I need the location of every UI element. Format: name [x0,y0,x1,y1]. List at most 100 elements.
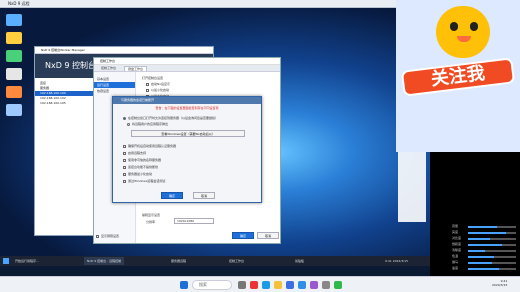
nxd-title-bar-text: NxD 9 控制台Worker Manager [41,48,85,52]
dialog-radio-allow[interactable]: 在控制台窗口打开时允许连接到服务器（以后会询问您是否要继续） [123,116,218,120]
checkbox-icon [123,151,126,155]
desktop-icon-3[interactable] [6,50,22,62]
explorer-icon[interactable] [274,281,282,289]
local-taskbar: 搜索 9:41 2024/3/15 [0,276,520,292]
remote-clock: 9:41 2024/3/15 [385,259,409,263]
taskview-icon[interactable] [238,281,246,289]
nav-hotkey[interactable]: 热键设置 [94,88,135,94]
settings-cancel-button[interactable]: 取消 [257,232,279,239]
dialog-option[interactable]: 通过Windows远程会话测试 [123,179,165,183]
option-label: 遥控台功能不提供断线 [128,165,159,169]
session-dialog: 与服务器的会话已被断开 警告：在下面的设置里面检查到存在不同设置项 在控制台窗口… [112,96,262,203]
slider-label: 伽马 [452,260,459,264]
checkbox-icon [96,234,99,238]
view-windows-settings-button[interactable]: 查看Windows设置（需要Nx启动后以） [131,130,245,137]
start-icon[interactable] [180,281,188,289]
opt-label: 启动Nx后显示 [151,82,171,86]
checkbox-icon [123,165,126,169]
option-label: 使用非可信的名称服务器 [128,158,162,162]
desktop-icon-1[interactable] [6,14,22,26]
tab-keyboard[interactable]: 键盘工作台 [124,66,148,71]
slider-label: 速度 [452,266,459,270]
slider-row[interactable]: 伽马 [452,260,518,265]
desktop-icon-2[interactable] [6,32,22,44]
slider-fill [468,226,497,228]
resolution-value: 1920x1080 [177,219,195,223]
edge-icon[interactable] [262,281,270,289]
slider-row[interactable]: 速度 [452,266,518,271]
slider-row[interactable]: 清晰度 [452,248,518,253]
dialog-ok-button[interactable]: 确定 [161,192,183,199]
settings-tabs: 控制工作台 键盘工作台 [94,65,280,72]
slider-fill [468,262,492,264]
slider-fill [468,232,507,234]
desktop-icon-4[interactable] [6,68,22,80]
slider-track[interactable] [468,250,516,252]
tree-item[interactable]: 192.168.100.105 [35,101,94,106]
opt-open-console[interactable]: 打开控制台设置 [142,76,163,80]
settings-icon[interactable] [322,281,330,289]
slider-fill [468,244,502,246]
slider-fill [468,238,490,240]
checkbox-label: 显示屏幕设置 [101,234,120,238]
outer-title-bar: NxD 9 远程 – □ × [0,0,430,8]
remote-task-item[interactable]: NxD 9 控制台 - 远程控制 [84,257,125,265]
chrome-icon[interactable] [250,281,258,289]
local-date: 2024/3/15 [492,283,508,287]
remote-task-item[interactable]: 开始运行用程序... [12,257,42,265]
desktop-icon-5[interactable] [6,86,22,98]
dialog-option[interactable]: 遥控台功能不提供断线 [123,165,158,169]
remote-task-item[interactable]: 控制工作台 [226,257,247,265]
option-label: 通过Windows远程会话测试 [128,179,166,183]
remote-task-item[interactable]: 剪贴板 [292,257,307,265]
slider-row[interactable]: 对比度 [452,236,518,241]
local-clock: 9:41 2024/3/15 [492,279,507,287]
dialog-cancel-button[interactable]: 取消 [193,192,215,199]
remote-desktop-window: NxD 9 远程 – □ × NxD 9 控制台Worker Manager N… [0,0,430,292]
show-screen-checkbox[interactable]: 显示屏幕设置 [96,234,119,238]
opt-min[interactable]: 以最小化启动 [146,88,169,92]
slider-row[interactable]: 音量 [452,224,518,229]
dialog-option[interactable]: 确保开机后自动使用远程认证服务器 [123,144,176,148]
wechat-icon[interactable] [334,281,342,289]
resolution-select[interactable]: 1920x1080 [174,218,214,224]
slider-fill [468,250,485,252]
nxd-title-bar: NxD 9 控制台Worker Manager [35,47,213,54]
slider-label: 对比度 [452,236,462,240]
slider-row[interactable]: 亮度 [452,230,518,235]
desktop-icon-6[interactable] [6,104,22,116]
radio-label: 将远程用户的应用程序弹出 [132,122,169,126]
mail-icon[interactable] [298,281,306,289]
tab-control[interactable]: 控制工作台 [98,66,119,71]
slider-panel: 音量 亮度 对比度饱和度 清晰度 色温 伽马速度 [452,224,518,274]
slider-track[interactable] [468,226,516,228]
checkbox-icon [123,179,126,183]
settings-ok-button[interactable]: 确定 [232,232,254,239]
checkbox-icon [123,144,126,148]
search-box[interactable]: 搜索 [192,280,232,290]
dialog-title: 与服务器的会话已被断开 [113,97,261,104]
slider-track[interactable] [468,256,516,258]
slider-track[interactable] [468,238,516,240]
dialog-option[interactable]: 服务器最小化启动 [123,172,152,176]
slider-track[interactable] [468,268,516,270]
slider-track[interactable] [468,244,516,246]
display-settings-label: 编辑显示设置 [142,213,161,217]
dialog-radio-popup[interactable]: 将远程用户的应用程序弹出 [127,122,168,126]
store-icon[interactable] [286,281,294,289]
opt-show-after[interactable]: 启动Nx后显示 [146,82,170,86]
slider-row[interactable]: 色温 [452,254,518,259]
outer-title: NxD 9 远程 [8,1,30,6]
slider-row[interactable]: 饱和度 [452,242,518,247]
mascot-eye-icon [450,22,458,31]
remote-task-item[interactable]: 服务器远程 [168,257,189,265]
slider-track[interactable] [468,262,516,264]
slider-track[interactable] [468,232,516,234]
nxd-heading: NxD 9 控制台 [45,61,97,70]
app-icon[interactable] [310,281,318,289]
mascot-icon [436,6,490,58]
server-tree[interactable]: 连接 服务器 192.168.100.100 192.168.100.102 1… [35,78,95,235]
dialog-option[interactable]: 使用非可信的名称服务器 [123,158,161,162]
start-icon[interactable] [3,258,9,264]
dialog-option[interactable]: 启用远程支持 [123,151,146,155]
